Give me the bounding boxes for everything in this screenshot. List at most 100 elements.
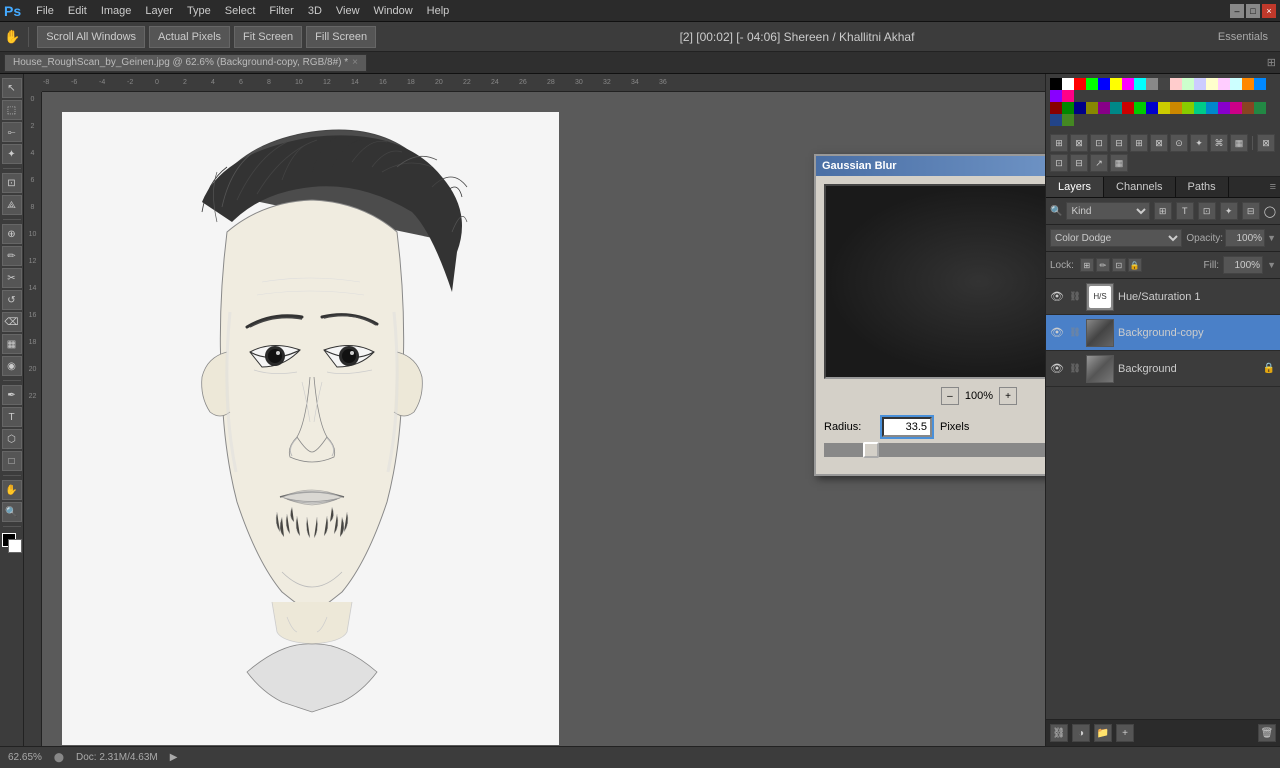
panel-icon-5[interactable]: ⊞: [1130, 134, 1148, 152]
marquee-tool[interactable]: ⬚: [2, 100, 22, 120]
fill-dropdown-icon[interactable]: ▼: [1267, 260, 1276, 270]
hand-tool-icon[interactable]: ✋: [4, 29, 20, 45]
foreground-background-colors[interactable]: [2, 533, 22, 553]
swatch[interactable]: [1110, 102, 1122, 114]
menu-layer[interactable]: Layer: [138, 3, 180, 19]
menu-select[interactable]: Select: [218, 3, 263, 19]
zoom-in-button[interactable]: +: [999, 387, 1017, 405]
panel-icon-12[interactable]: ⊡: [1050, 154, 1068, 172]
swatch[interactable]: [1146, 102, 1158, 114]
swatch[interactable]: [1206, 78, 1218, 90]
layer-filter-icon-2[interactable]: T: [1176, 202, 1194, 220]
maximize-button[interactable]: □: [1246, 4, 1260, 18]
swatch[interactable]: [1218, 102, 1230, 114]
shape-tool[interactable]: □: [2, 451, 22, 471]
swatch[interactable]: [1170, 102, 1182, 114]
path-tool[interactable]: ⬡: [2, 429, 22, 449]
swatch[interactable]: [1050, 78, 1062, 90]
menu-help[interactable]: Help: [420, 3, 457, 19]
panel-icon-3[interactable]: ⊡: [1090, 134, 1108, 152]
layer-row[interactable]: 👁 ⛓ Background-copy: [1046, 315, 1280, 351]
panel-icon-2[interactable]: ⊠: [1070, 134, 1088, 152]
paths-tab[interactable]: Paths: [1176, 177, 1229, 197]
delete-layer-icon[interactable]: 🗑: [1258, 724, 1276, 742]
swatch[interactable]: [1230, 102, 1242, 114]
layer-filter-icon-1[interactable]: ⊞: [1154, 202, 1172, 220]
opacity-input[interactable]: [1225, 229, 1265, 247]
add-layer-icon[interactable]: +: [1116, 724, 1134, 742]
menu-edit[interactable]: Edit: [61, 3, 94, 19]
add-link-icon[interactable]: ⛓: [1050, 724, 1068, 742]
swatch[interactable]: [1074, 78, 1086, 90]
healing-tool[interactable]: ⊕: [2, 224, 22, 244]
layer-filter-icon-4[interactable]: ✦: [1220, 202, 1238, 220]
panel-icon-10[interactable]: ▦: [1230, 134, 1248, 152]
panel-icon-4[interactable]: ⊟: [1110, 134, 1128, 152]
pen-tool[interactable]: ✒: [2, 385, 22, 405]
layer-row[interactable]: 👁 ⛓ H/S Hue/Saturation 1: [1046, 279, 1280, 315]
zoom-tool[interactable]: 🔍: [2, 502, 22, 522]
clone-tool[interactable]: ✂: [2, 268, 22, 288]
actual-pixels-button[interactable]: Actual Pixels: [149, 26, 230, 48]
hand-tool[interactable]: ✋: [2, 480, 22, 500]
swatch[interactable]: [1110, 78, 1122, 90]
swatch[interactable]: [1218, 78, 1230, 90]
lock-image-icon[interactable]: ⊡: [1112, 258, 1126, 272]
swatch[interactable]: [1170, 78, 1182, 90]
panel-icon-6[interactable]: ⊠: [1150, 134, 1168, 152]
layer-row[interactable]: 👁 ⛓ Background 🔒: [1046, 351, 1280, 387]
layer-visibility-toggle[interactable]: 👁: [1050, 290, 1064, 304]
swatch[interactable]: [1050, 90, 1062, 102]
close-button[interactable]: ×: [1262, 4, 1276, 18]
layer-filter-select[interactable]: Kind: [1066, 202, 1149, 220]
swatch[interactable]: [1194, 102, 1206, 114]
swatch[interactable]: [1098, 102, 1110, 114]
zoom-out-button[interactable]: –: [941, 387, 959, 405]
swatch[interactable]: [1242, 78, 1254, 90]
swatch[interactable]: [1134, 102, 1146, 114]
gradient-tool[interactable]: ▦: [2, 334, 22, 354]
swatch[interactable]: [1206, 102, 1218, 114]
lock-position-icon[interactable]: ⊞: [1080, 258, 1094, 272]
blend-mode-select[interactable]: Color Dodge: [1050, 229, 1182, 247]
lock-pixels-icon[interactable]: ✏: [1096, 258, 1110, 272]
fit-screen-button[interactable]: Fit Screen: [234, 26, 302, 48]
swatch[interactable]: [1230, 78, 1242, 90]
eyedropper-tool[interactable]: ⟁: [2, 195, 22, 215]
swatch[interactable]: [1086, 102, 1098, 114]
swatch[interactable]: [1074, 102, 1086, 114]
layer-filter-icon-5[interactable]: ⊟: [1242, 202, 1260, 220]
document-tab[interactable]: House_RoughScan_by_Geinen.jpg @ 62.6% (B…: [4, 54, 367, 72]
brush-tool[interactable]: ✏: [2, 246, 22, 266]
swatch[interactable]: [1182, 78, 1194, 90]
swatch[interactable]: [1254, 102, 1266, 114]
swatch[interactable]: [1158, 102, 1170, 114]
panel-icon-14[interactable]: ↗: [1090, 154, 1108, 172]
lock-all-icon[interactable]: 🔒: [1128, 258, 1142, 272]
wand-tool[interactable]: ✦: [2, 144, 22, 164]
text-tool[interactable]: T: [2, 407, 22, 427]
swatch[interactable]: [1134, 78, 1146, 90]
layer-filter-icon-3[interactable]: ⊡: [1198, 202, 1216, 220]
layer-visibility-toggle[interactable]: 👁: [1050, 326, 1064, 340]
swatch[interactable]: [1062, 90, 1074, 102]
crop-tool[interactable]: ⊡: [2, 173, 22, 193]
panel-icon-11[interactable]: ⊠: [1257, 134, 1275, 152]
layers-tab[interactable]: Layers: [1046, 177, 1104, 197]
lasso-tool[interactable]: ⟜: [2, 122, 22, 142]
menu-image[interactable]: Image: [94, 3, 139, 19]
channels-tab[interactable]: Channels: [1104, 177, 1175, 197]
swatch[interactable]: [1050, 114, 1062, 126]
fill-input[interactable]: [1223, 256, 1263, 274]
panel-icon-1[interactable]: ⊞: [1050, 134, 1068, 152]
fill-screen-button[interactable]: Fill Screen: [306, 26, 376, 48]
layer-visibility-toggle[interactable]: 👁: [1050, 362, 1064, 376]
history-tool[interactable]: ↺: [2, 290, 22, 310]
panel-icon-8[interactable]: ✦: [1190, 134, 1208, 152]
radius-slider[interactable]: [824, 443, 1045, 457]
opacity-dropdown-icon[interactable]: ▼: [1267, 233, 1276, 243]
menu-file[interactable]: File: [29, 3, 61, 19]
tab-close-button[interactable]: ×: [352, 57, 358, 68]
menu-type[interactable]: Type: [180, 3, 218, 19]
panel-icon-7[interactable]: ⊙: [1170, 134, 1188, 152]
